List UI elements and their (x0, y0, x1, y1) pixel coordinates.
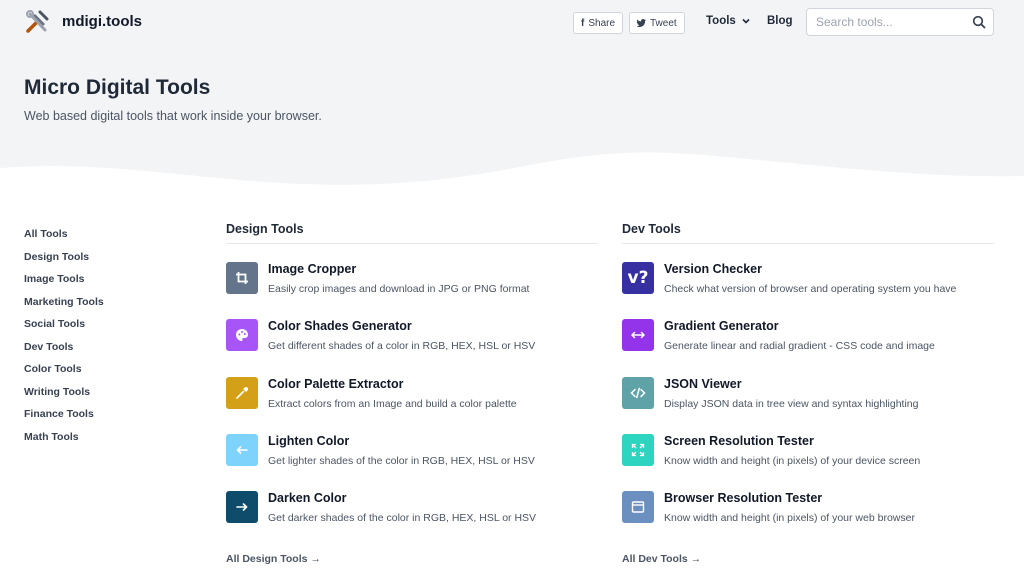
tool-card-version-checker[interactable]: v? Version Checker Check what version of… (622, 262, 994, 302)
sidebar-item-color-tools[interactable]: Color Tools (24, 361, 104, 384)
sidebar-item-image-tools[interactable]: Image Tools (24, 271, 104, 294)
search-input[interactable] (807, 9, 967, 35)
tool-description: Get different shades of a color in RGB, … (268, 340, 536, 352)
dev-tools-section: Dev Tools v? Version Checker Check what … (622, 222, 994, 565)
tool-card-color-palette-extractor[interactable]: Color Palette Extractor Extract colors f… (226, 377, 598, 417)
tool-description: Get lighter shades of the color in RGB, … (268, 455, 535, 467)
tool-title: Screen Resolution Tester (664, 434, 814, 448)
page-subtitle: Web based digital tools that work inside… (24, 109, 322, 123)
tool-description: Know width and height (in pixels) of you… (664, 455, 921, 467)
sidebar-item-writing-tools[interactable]: Writing Tools (24, 384, 104, 407)
sidebar-item-design-tools[interactable]: Design Tools (24, 249, 104, 272)
design-tools-section: Design Tools Image Cropper Easily crop i… (226, 222, 598, 565)
gradient-icon (622, 319, 654, 351)
twitter-icon (637, 19, 646, 27)
nav-tools-dropdown[interactable]: Tools (706, 15, 751, 27)
arrow-left-icon (226, 434, 258, 466)
share-button[interactable]: f Share (573, 12, 624, 34)
search-box (806, 8, 994, 36)
nav-tools-label: Tools (706, 15, 736, 27)
tool-description: Get darker shades of the color in RGB, H… (268, 512, 537, 524)
tool-description: Extract colors from an Image and build a… (268, 398, 517, 410)
share-label: Share (588, 17, 616, 29)
tool-title: Color Palette Extractor (268, 377, 404, 391)
tool-title: Version Checker (664, 262, 762, 276)
tool-title: Color Shades Generator (268, 319, 412, 333)
tool-card-image-cropper[interactable]: Image Cropper Easily crop images and dow… (226, 262, 598, 302)
tool-title: Browser Resolution Tester (664, 491, 823, 505)
chevron-down-icon (742, 18, 750, 24)
dev-tools-heading: Dev Tools (622, 222, 994, 244)
page-title: Micro Digital Tools (24, 76, 211, 99)
tweet-label: Tweet (650, 17, 677, 29)
tool-title: JSON Viewer (664, 377, 742, 391)
tool-description: Check what version of browser and operat… (664, 283, 957, 295)
eyedropper-icon (226, 377, 258, 409)
tools-logo-icon[interactable] (24, 9, 50, 35)
sidebar-item-math-tools[interactable]: Math Tools (24, 429, 104, 452)
browser-window-icon (622, 491, 654, 523)
nav-blog-link[interactable]: Blog (767, 15, 793, 27)
tool-title: Lighten Color (268, 434, 350, 448)
tool-card-gradient-generator[interactable]: Gradient Generator Generate linear and r… (622, 319, 994, 359)
all-dev-tools-link[interactable]: All Dev Tools → (622, 553, 701, 565)
tool-description: Generate linear and radial gradient - CS… (664, 340, 935, 352)
version-icon: v? (622, 262, 654, 294)
tool-description: Display JSON data in tree view and synta… (664, 398, 919, 410)
search-icon[interactable] (972, 15, 986, 29)
all-design-tools-link[interactable]: All Design Tools → (226, 553, 321, 565)
tool-card-screen-resolution-tester[interactable]: Screen Resolution Tester Know width and … (622, 434, 994, 474)
tool-card-color-shades-generator[interactable]: Color Shades Generator Get different sha… (226, 319, 598, 359)
sidebar-item-finance-tools[interactable]: Finance Tools (24, 406, 104, 429)
hero-wave (0, 152, 1024, 220)
category-sidebar: All Tools Design Tools Image Tools Marke… (24, 226, 104, 451)
tool-title: Darken Color (268, 491, 347, 505)
arrow-right-icon (226, 491, 258, 523)
sidebar-item-dev-tools[interactable]: Dev Tools (24, 339, 104, 362)
code-icon (622, 377, 654, 409)
tool-card-darken-color[interactable]: Darken Color Get darker shades of the co… (226, 491, 598, 531)
crop-icon (226, 262, 258, 294)
tweet-button[interactable]: Tweet (629, 12, 685, 34)
palette-icon (226, 319, 258, 351)
facebook-icon: f (581, 17, 585, 29)
tool-title: Image Cropper (268, 262, 357, 276)
brand-name[interactable]: mdigi.tools (62, 13, 142, 30)
tool-card-browser-resolution-tester[interactable]: Browser Resolution Tester Know width and… (622, 491, 994, 531)
expand-icon (622, 434, 654, 466)
sidebar-item-marketing-tools[interactable]: Marketing Tools (24, 294, 104, 317)
tool-title: Gradient Generator (664, 319, 779, 333)
design-tools-heading: Design Tools (226, 222, 598, 244)
tool-description: Know width and height (in pixels) of you… (664, 512, 915, 524)
tool-card-json-viewer[interactable]: JSON Viewer Display JSON data in tree vi… (622, 377, 994, 417)
nav-blog-label: Blog (767, 15, 793, 27)
tool-card-lighten-color[interactable]: Lighten Color Get lighter shades of the … (226, 434, 598, 474)
tool-description: Easily crop images and download in JPG o… (268, 283, 530, 295)
sidebar-item-all-tools[interactable]: All Tools (24, 226, 104, 249)
top-bar: mdigi.tools f Share Tweet Tools Blog (0, 0, 1024, 44)
sidebar-item-social-tools[interactable]: Social Tools (24, 316, 104, 339)
